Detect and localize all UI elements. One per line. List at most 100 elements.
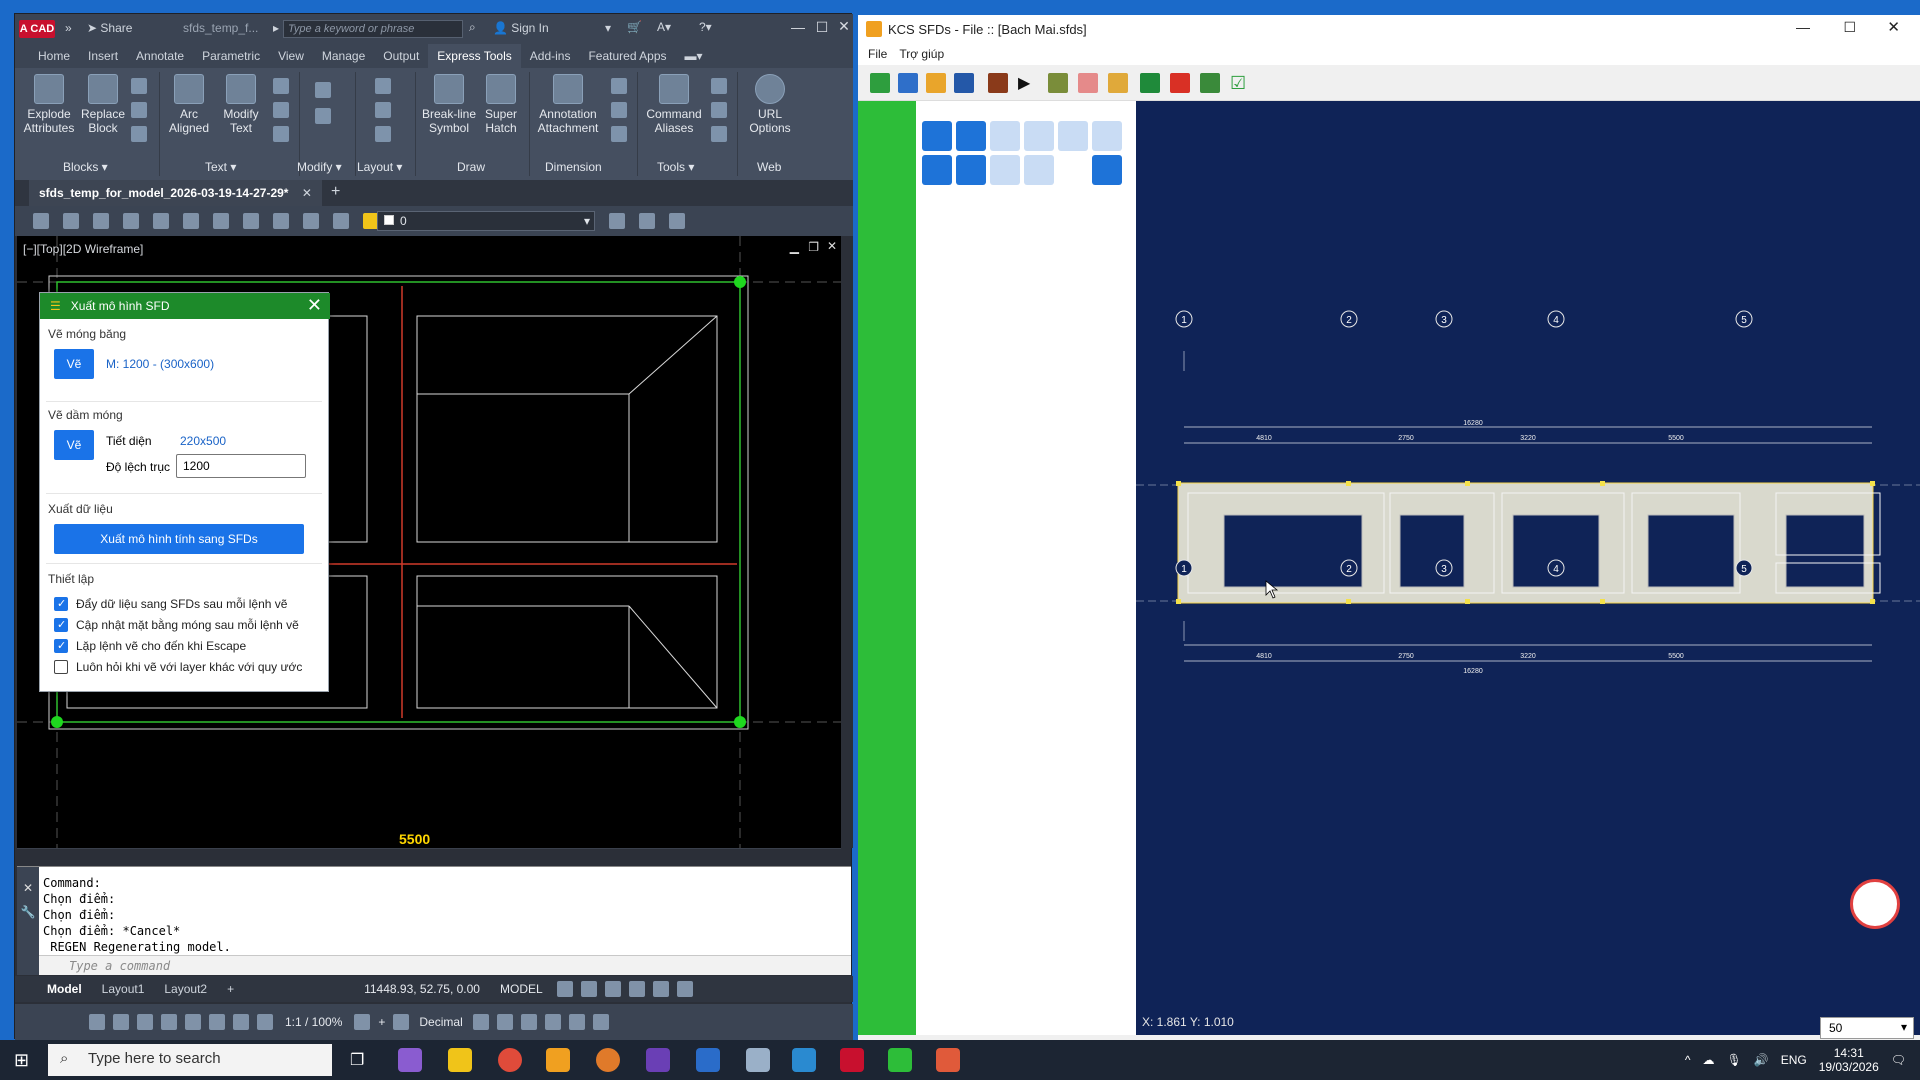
help-icon[interactable]: ?▾ [699,20,712,34]
save-icon[interactable] [954,73,974,93]
mong-bang-type-link[interactable]: M: 1200 - (300x600) [106,357,214,371]
app-icon[interactable] [746,1048,770,1072]
pdf-icon[interactable] [1170,73,1190,93]
text-tool-icon[interactable] [273,78,289,94]
layer-previous-icon[interactable] [243,213,259,229]
workspace-icon[interactable] [354,1014,371,1030]
beam-icon[interactable] [1078,73,1098,93]
file-explorer-icon[interactable] [448,1048,472,1072]
model-space-toggle[interactable]: MODEL [490,976,553,1002]
autocad-taskbar-icon[interactable] [840,1048,864,1072]
maximize-icon[interactable]: ☐ [811,19,833,36]
super-hatch-button[interactable]: Super Hatch [481,74,521,135]
tools-icon[interactable] [711,78,727,94]
maximize-icon[interactable]: ☐ [1843,19,1856,36]
chrome-icon[interactable] [498,1048,522,1072]
settings-icon[interactable] [1200,73,1220,93]
windows-start-icon[interactable]: ⊞ [14,1050,29,1071]
menu-help[interactable]: Trợ giúp [893,47,950,61]
vertical-scrollbar[interactable] [841,236,853,848]
visual-studio-icon[interactable] [646,1048,670,1072]
layer-merge-icon[interactable] [303,213,319,229]
microphone-icon[interactable]: 🎙 [1727,1053,1742,1067]
foundation-icon[interactable] [1048,73,1068,93]
column-icon[interactable] [990,121,1020,151]
layout-tool-icon[interactable] [375,102,391,118]
ve-dam-mong-button[interactable]: Vẽ [54,430,94,460]
checkbox-checked[interactable] [54,597,68,611]
search-input[interactable]: Type a keyword or phrase [283,20,463,38]
isolate-objects-icon[interactable] [520,1014,537,1030]
command-window-handle[interactable]: ✕ 🔧 [17,867,39,975]
sfds-canvas[interactable]: 1 2 3 4 5 1 2 3 4 5 4810 2750 3220 5500 16280 48… [1136,101,1920,1011]
copilot-icon[interactable] [398,1048,422,1072]
ruler-icon[interactable] [1092,121,1122,151]
layer-isolate-icon[interactable] [93,213,109,229]
layer-lock-icon[interactable] [183,213,199,229]
dimension-tool-icon[interactable] [611,126,627,142]
units-icon[interactable] [393,1014,410,1030]
play-icon[interactable]: ▶ [1018,73,1038,93]
language-indicator[interactable]: ENG [1781,1053,1807,1067]
dialog-title-bar[interactable]: ☰ Xuất mô hình SFD ✕ [40,293,330,319]
tab-featured-apps[interactable]: Featured Apps [579,44,675,68]
ribbon-options-icon[interactable]: ▬▾ [676,44,712,68]
tab-parametric[interactable]: Parametric [193,44,269,68]
taskbar-search-input[interactable]: ⌕ Type here to search [48,1044,332,1076]
slab-icon[interactable] [1108,73,1128,93]
selection-cycling-icon[interactable] [209,1014,225,1030]
annotation-scale[interactable]: 1:1 / 100% [285,1015,342,1029]
do-lech-truc-input[interactable]: 1200 [176,454,306,478]
annotation-visibility-icon[interactable] [233,1014,249,1030]
clock[interactable]: 14:31 19/03/2026 [1819,1046,1879,1074]
close-icon[interactable]: ✕ [17,881,39,895]
tools-icon[interactable] [711,126,727,142]
viewport-label[interactable]: [−][Top][2D Wireframe] [23,242,143,256]
document-icon[interactable] [956,121,986,151]
option-ask-layer[interactable]: Luôn hỏi khi vẽ với layer khác với quy ư… [54,660,302,674]
layer-walk-icon[interactable] [273,213,289,229]
sfd-app-icon[interactable] [792,1048,816,1072]
support-icon[interactable] [1024,155,1054,185]
new-file-icon[interactable] [870,73,890,93]
magic-wand-icon[interactable] [922,121,952,151]
load-icon[interactable] [990,155,1020,185]
layer-select[interactable]: 0 ▾ [377,211,595,231]
search-icon[interactable]: ⌕ [469,20,476,35]
cart-icon[interactable]: 🛒 [627,20,642,34]
share-button[interactable]: ➤ Share [87,21,132,35]
tab-home[interactable]: Home [29,44,79,68]
layer-state-icon[interactable] [63,213,79,229]
modify-text-button[interactable]: Modify Text [217,74,265,135]
tab-layout2[interactable]: Layout2 [154,976,217,1002]
close-icon[interactable]: ✕ [833,18,855,35]
layers-icon[interactable] [988,73,1008,93]
option-push-data[interactable]: Đẩy dữ liệu sang SFDs sau mỗi lệnh vẽ [54,597,287,611]
task-view-icon[interactable]: ❐ [350,1050,364,1070]
coordinates-readout[interactable]: 11448.93, 52.75, 0.00 [354,976,490,1002]
sfds-taskbar-icon[interactable] [546,1048,570,1072]
osnap-icon[interactable] [652,981,669,997]
dropdown-arrow-icon[interactable]: ▾ [605,21,611,35]
text-tool-icon[interactable] [273,102,289,118]
red-app-icon[interactable] [936,1048,960,1072]
minimize-icon[interactable]: — [1796,19,1810,35]
block-tool-icon[interactable] [131,78,147,94]
panel-tools[interactable]: Tools ▾ [657,160,694,174]
url-options-button[interactable]: URL Options [743,74,797,135]
close-tab-icon[interactable]: ✕ [302,186,312,200]
quick-access-arrow-icon[interactable]: » [65,21,72,35]
check-icon[interactable]: ☑ [1230,73,1250,93]
export-to-sfds-button[interactable]: Xuất mô hình tính sang SFDs [54,524,304,554]
break-line-symbol-button[interactable]: Break-line Symbol [419,74,479,135]
volume-icon[interactable]: 🔊 [1754,1053,1769,1067]
sfds-title-bar[interactable]: KCS SFDs - File :: [Bach Mai.sfds] — ☐ ✕ [858,15,1920,43]
dimension-tool-icon[interactable] [611,78,627,94]
notification-icon[interactable]: 🗨 [1891,1053,1906,1067]
grid-display-icon[interactable] [113,1014,129,1030]
plus-icon[interactable]: + [378,1015,385,1029]
annotation-attachment-button[interactable]: Annotation Attachment [533,74,603,135]
tools-icon[interactable] [711,102,727,118]
graphics-performance-icon[interactable] [544,1014,561,1030]
excel-icon[interactable] [1140,73,1160,93]
